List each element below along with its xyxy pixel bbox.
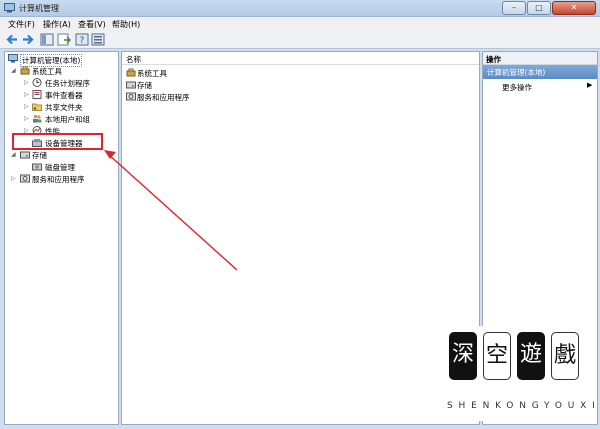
watermark: 深 空 遊 戲 SHENKONGYOUXI xyxy=(437,326,595,421)
watermark-char: 遊 xyxy=(517,332,545,380)
watermark-char: 戲 xyxy=(551,332,579,380)
watermark-char: 空 xyxy=(483,332,511,380)
watermark-char: 深 xyxy=(449,332,477,380)
watermark-letters: SHENKONGYOUXI xyxy=(447,401,600,411)
